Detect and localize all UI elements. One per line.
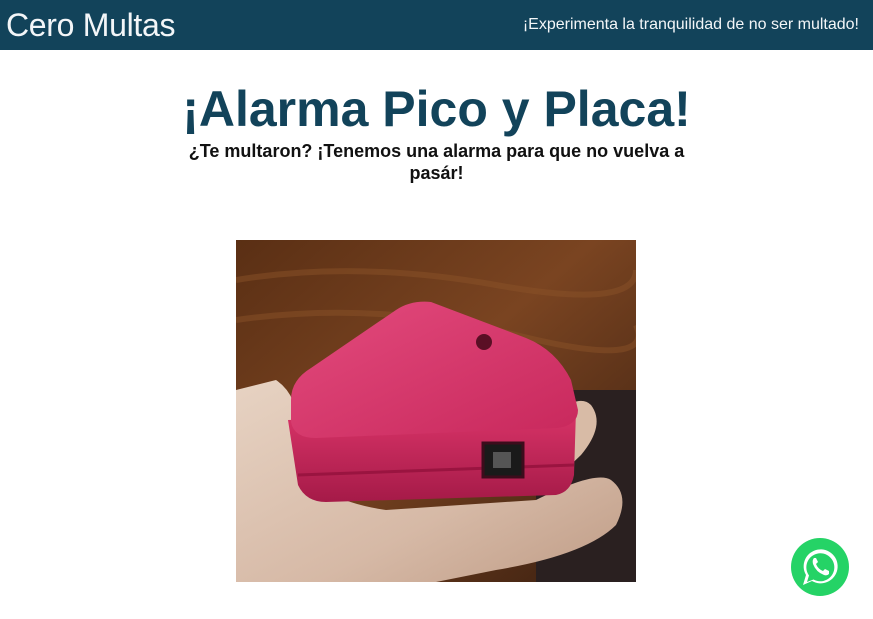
box-hole (476, 334, 492, 350)
header-tagline: ¡Experimenta la tranquilidad de no ser m… (522, 16, 859, 33)
whatsapp-button[interactable] (791, 538, 849, 596)
top-navbar: Cero Multas ¡Experimenta la tranquilidad… (0, 0, 873, 50)
page-title: ¡Alarma Pico y Placa! (182, 81, 691, 137)
brand-logo-link[interactable]: Cero Multas (6, 7, 176, 44)
page-subtitle: ¿Te multaron? ¡Tenemos una alarma para q… (188, 141, 685, 183)
whatsapp-icon (791, 538, 849, 596)
box-port-inner (493, 452, 511, 468)
product-photo (236, 240, 636, 582)
